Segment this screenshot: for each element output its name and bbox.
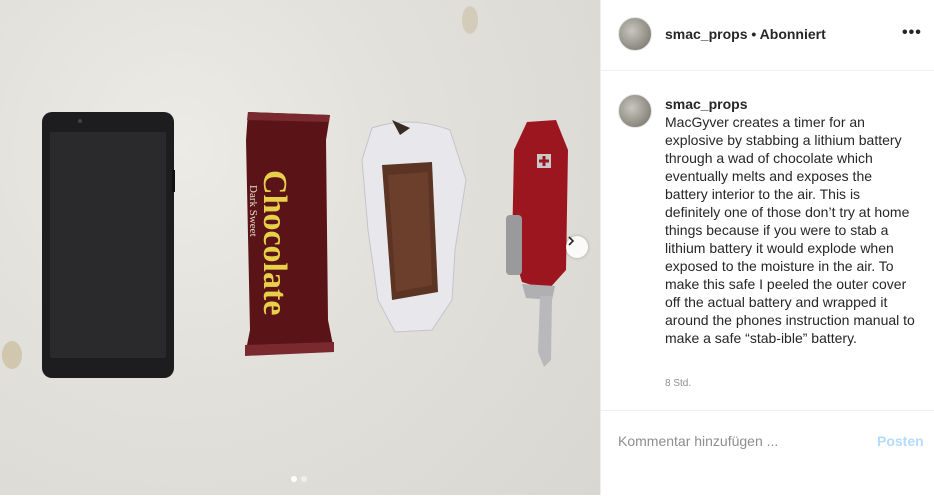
- caption-username[interactable]: smac_props: [665, 96, 747, 112]
- header-username[interactable]: smac_props: [665, 26, 747, 42]
- carousel-dot-active: [291, 476, 297, 482]
- post-comment-button[interactable]: Posten: [877, 433, 924, 449]
- post-header: smac_props • Abonniert •••: [601, 0, 934, 71]
- header-separator: •: [751, 26, 757, 42]
- unwrapped-chocolate-object: [361, 120, 467, 333]
- caption-text: MacGyver creates a timer for an explosiv…: [665, 114, 915, 346]
- comment-box: Posten: [601, 410, 934, 496]
- header-user-line: smac_props • Abonniert: [665, 26, 826, 42]
- comment-input[interactable]: [618, 432, 848, 450]
- post-photo: Chocolate Dark Sweet: [0, 0, 600, 495]
- pocket-knife-object: [506, 120, 568, 367]
- post-sidebar: smac_props • Abonniert ••• smac_props Ma…: [600, 0, 934, 495]
- next-image-button[interactable]: [566, 236, 588, 258]
- photo-scene: Chocolate Dark Sweet: [2, 6, 568, 378]
- candy-sub-text: Dark Sweet: [247, 185, 259, 237]
- chevron-right-icon: [568, 236, 575, 246]
- caption-avatar[interactable]: [618, 94, 652, 128]
- carousel-indicator: [291, 476, 307, 482]
- candy-brand-text: Chocolate: [256, 170, 293, 315]
- phone-object: [42, 112, 175, 378]
- follow-status[interactable]: Abonniert: [760, 26, 826, 42]
- post-timestamp[interactable]: 8 Std.: [665, 378, 691, 389]
- more-options-icon[interactable]: •••: [902, 24, 922, 42]
- carousel-dot: [301, 476, 307, 482]
- avatar[interactable]: [618, 17, 652, 51]
- chocolate-bar-object: Chocolate Dark Sweet: [245, 112, 334, 356]
